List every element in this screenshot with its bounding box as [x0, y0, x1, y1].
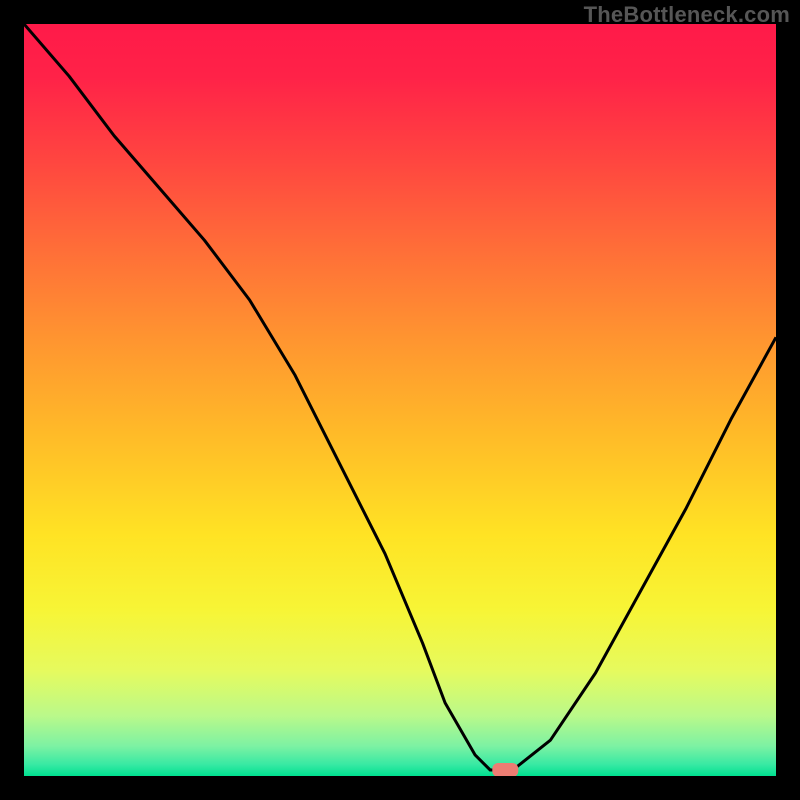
chart-frame: TheBottleneck.com — [0, 0, 800, 800]
bottleneck-chart — [24, 24, 776, 776]
gradient-background — [24, 24, 776, 776]
optimal-point-marker — [492, 763, 518, 776]
